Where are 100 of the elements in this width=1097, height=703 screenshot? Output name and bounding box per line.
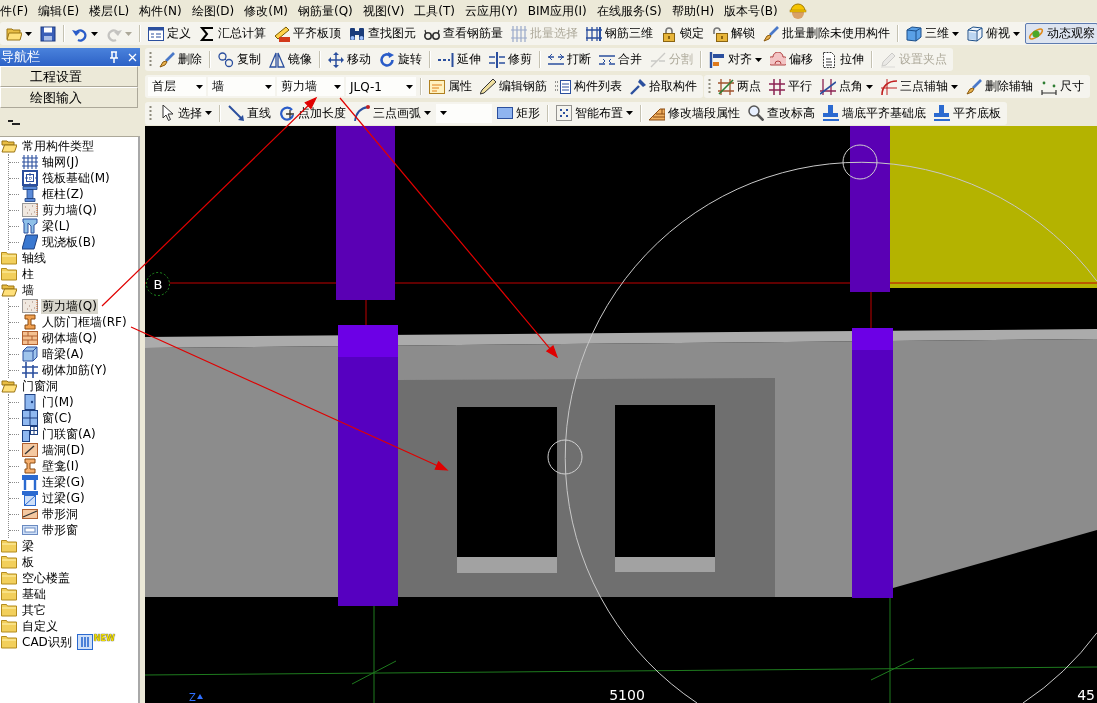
tree-item[interactable]: 窗(C): [41, 410, 73, 426]
tree-folder[interactable]: 空心楼盖: [21, 570, 71, 586]
grip-icon[interactable]: [149, 51, 152, 68]
open-folder-icon[interactable]: [1, 282, 17, 298]
tree-item[interactable]: 带形洞: [41, 506, 79, 522]
orbit-button[interactable]: 动态观察: [1025, 23, 1097, 44]
collapse-icon[interactable]: [8, 119, 20, 125]
extend-button[interactable]: 延伸: [435, 49, 484, 70]
folder-icon[interactable]: [1, 586, 17, 602]
helmet-icon[interactable]: [788, 1, 807, 20]
menu-item[interactable]: 云应用(Y): [460, 1, 523, 20]
top-view-button[interactable]: 俯视: [964, 23, 1023, 44]
edit-rebar-button[interactable]: 编辑钢筋: [477, 76, 550, 97]
line-button[interactable]: 直线: [225, 102, 274, 124]
pin-icon[interactable]: [109, 51, 119, 63]
tree-item[interactable]: 剪力墙(Q): [41, 202, 98, 218]
delete-unused-button[interactable]: 批量删除未使用构件: [760, 23, 893, 44]
mirror-button[interactable]: 镜像: [266, 49, 315, 70]
menu-item[interactable]: 绘图(D): [186, 1, 240, 20]
category-dropdown[interactable]: 墙: [208, 77, 275, 96]
tree-item[interactable]: 连梁(G): [41, 474, 86, 490]
grip-icon[interactable]: [149, 104, 152, 122]
menu-item[interactable]: BIM应用(I): [522, 1, 592, 20]
offset-button[interactable]: 偏移: [767, 49, 816, 70]
select-button[interactable]: 选择: [156, 102, 215, 124]
floor-dropdown[interactable]: 首层: [148, 77, 206, 96]
folder-icon[interactable]: [1, 538, 17, 554]
rotate-button[interactable]: 旋转: [376, 49, 425, 70]
align-foundation-button[interactable]: 墙底平齐基础底: [820, 102, 929, 124]
properties-button[interactable]: 属性: [426, 76, 475, 97]
sum-button[interactable]: 汇总计算: [196, 23, 269, 44]
folder-icon[interactable]: [1, 634, 17, 650]
lock-button[interactable]: 锁定: [658, 23, 707, 44]
tree-folder[interactable]: CAD识别: [21, 634, 73, 650]
section-button[interactable]: 工程设置: [0, 66, 138, 87]
delete-button[interactable]: 删除: [156, 49, 205, 70]
tree-item[interactable]: 现浇板(B): [41, 234, 97, 250]
folder-icon[interactable]: [1, 618, 17, 634]
folder-icon[interactable]: [1, 266, 17, 282]
menu-item[interactable]: 编辑(E): [33, 1, 85, 20]
section-button[interactable]: 绘图输入: [0, 87, 138, 108]
move-button[interactable]: 移动: [325, 49, 374, 70]
tree-item[interactable]: 轴网(J): [41, 154, 80, 170]
menu-item[interactable]: 在线服务(S): [591, 1, 667, 20]
menu-item[interactable]: 版本号(B): [719, 1, 783, 20]
drawing-canvas[interactable]: B Z 5100 45: [145, 126, 1097, 703]
folder-icon[interactable]: [1, 250, 17, 266]
component-list-button[interactable]: 构件列表: [552, 76, 625, 97]
menu-item[interactable]: 帮助(H): [666, 1, 720, 20]
open-folder-icon[interactable]: [1, 138, 17, 154]
tree-folder[interactable]: 其它: [21, 602, 47, 618]
copy-button[interactable]: 复制: [215, 49, 264, 70]
arc-button[interactable]: 三点画弧: [351, 102, 434, 124]
elevation-button[interactable]: 查改标高: [745, 102, 818, 124]
point-length-button[interactable]: 点加长度: [276, 102, 349, 124]
smart-layout-button[interactable]: 智能布置: [553, 102, 636, 124]
tree-item[interactable]: 砌体墙(Q): [41, 330, 98, 346]
delete-axis-button[interactable]: 删除辅轴: [963, 76, 1036, 97]
rectangle-button[interactable]: 矩形: [494, 102, 543, 124]
close-icon[interactable]: [128, 52, 137, 62]
define-button[interactable]: 定义: [145, 23, 194, 44]
menu-item[interactable]: 工具(T): [409, 1, 461, 20]
menu-item[interactable]: 修改(M): [239, 1, 293, 20]
find-button[interactable]: 查找图元: [346, 23, 419, 44]
open-folder-icon[interactable]: [1, 378, 17, 394]
tree-item[interactable]: 人防门框墙(RF): [41, 314, 128, 330]
unlock-button[interactable]: 解锁: [709, 23, 758, 44]
folder-icon[interactable]: [1, 570, 17, 586]
tree-item[interactable]: 墙洞(D): [41, 442, 86, 458]
tree-folder[interactable]: 门窗洞: [21, 378, 59, 394]
menu-item[interactable]: 楼层(L): [84, 1, 135, 20]
view-rebar-button[interactable]: 查看钢筋量: [421, 23, 506, 44]
align-slab-button[interactable]: 平齐底板: [931, 102, 1004, 124]
tree-item[interactable]: 剪力墙(Q): [41, 298, 98, 314]
pick-button[interactable]: 拾取构件: [627, 76, 700, 97]
menu-item[interactable]: 钢筋量(Q): [292, 1, 358, 20]
point-angle-button[interactable]: 点角: [817, 76, 876, 97]
save-button[interactable]: [37, 23, 59, 44]
align-slab-top-button[interactable]: 平齐板顶: [271, 23, 344, 44]
rebar-3d-button[interactable]: 钢筋三维: [583, 23, 656, 44]
align-button[interactable]: 对齐: [706, 49, 765, 70]
tree-item[interactable]: 筏板基础(M): [41, 170, 111, 186]
trim-button[interactable]: 修剪: [486, 49, 535, 70]
tree-item[interactable]: 带形窗: [41, 522, 79, 538]
parallel-button[interactable]: 平行: [766, 76, 815, 97]
tree-folder[interactable]: 梁: [21, 538, 35, 554]
stretch-button[interactable]: 拉伸: [818, 49, 867, 70]
break-button[interactable]: 打断: [545, 49, 594, 70]
menu-item[interactable]: 构件(N): [134, 1, 187, 20]
view-3d-button[interactable]: 三维: [903, 23, 962, 44]
tree-folder[interactable]: 自定义: [21, 618, 59, 634]
tree-item[interactable]: 过梁(G): [41, 490, 86, 506]
folder-icon[interactable]: [1, 554, 17, 570]
tree-item[interactable]: 框柱(Z): [41, 186, 85, 202]
tree-item[interactable]: 门联窗(A): [41, 426, 97, 442]
tree-folder[interactable]: 基础: [21, 586, 47, 602]
tree-item[interactable]: 梁(L): [41, 218, 72, 234]
tree-folder[interactable]: 柱: [21, 266, 35, 282]
component-dropdown[interactable]: JLQ-1: [346, 77, 416, 96]
tree-item[interactable]: 门(M): [41, 394, 75, 410]
